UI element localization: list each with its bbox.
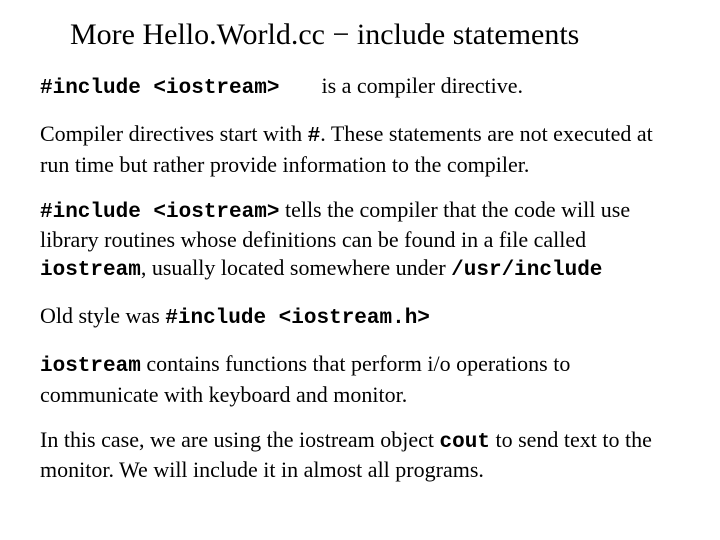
code-include-1: #include <iostream> xyxy=(40,77,279,100)
text: , usually located somewhere under xyxy=(141,255,451,280)
code-iostream-2: iostream xyxy=(40,355,141,378)
code-cout: cout xyxy=(440,431,490,454)
text: is a compiler directive. xyxy=(321,73,523,98)
paragraph-4: Old style was #include <iostream.h> xyxy=(40,302,680,332)
hash-symbol: # xyxy=(308,125,321,148)
slide: More Hello.World.cc − include statements… xyxy=(0,0,720,522)
code-iostream: iostream xyxy=(40,259,141,282)
paragraph-5: iostream contains functions that perform… xyxy=(40,350,680,408)
code-include-2: #include <iostream> xyxy=(40,201,279,224)
paragraph-2: Compiler directives start with #. These … xyxy=(40,120,680,178)
slide-title: More Hello.World.cc − include statements xyxy=(70,18,680,52)
code-old-include: #include <iostream.h> xyxy=(165,307,430,330)
text: Old style was xyxy=(40,303,165,328)
paragraph-6: In this case, we are using the iostream … xyxy=(40,426,680,484)
paragraph-3: #include <iostream> tells the compiler t… xyxy=(40,196,680,284)
text: In this case, we are using the iostream … xyxy=(40,427,440,452)
code-path: /usr/include xyxy=(451,259,602,282)
text: Compiler directives start with xyxy=(40,121,308,146)
paragraph-1: #include <iostream> is a compiler directi… xyxy=(40,72,680,102)
